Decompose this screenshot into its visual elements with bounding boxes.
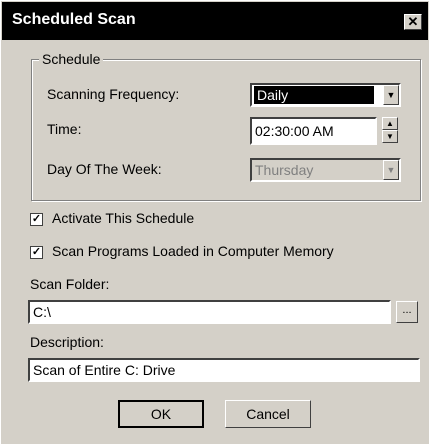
scheduled-scan-dialog: Scheduled Scan ✕ Schedule Scanning Frequ…: [0, 0, 430, 445]
ok-button[interactable]: OK: [118, 400, 204, 428]
window-title: Scheduled Scan: [12, 11, 136, 28]
day-dropdown[interactable]: Thursday ▼: [250, 158, 401, 182]
arrow-up-icon[interactable]: ▲: [382, 117, 398, 130]
frequency-label: Scanning Frequency:: [47, 86, 180, 102]
activate-checkbox[interactable]: ✓: [30, 213, 43, 226]
frequency-dropdown[interactable]: Daily ▼: [250, 83, 401, 107]
activate-label[interactable]: Activate This Schedule: [52, 210, 194, 226]
scan-folder-value: C:\: [33, 304, 51, 320]
chevron-down-icon: ▼: [383, 160, 399, 180]
title-bar[interactable]: Scheduled Scan ✕: [2, 2, 428, 40]
time-spinner[interactable]: ▲ ▼: [382, 117, 398, 145]
scan-memory-checkbox[interactable]: ✓: [30, 246, 43, 259]
time-value: 02:30:00 AM: [255, 123, 334, 139]
close-icon: ✕: [407, 14, 419, 29]
schedule-group-label: Schedule: [39, 51, 104, 67]
description-label: Description:: [30, 334, 104, 350]
scan-folder-label: Scan Folder:: [30, 276, 110, 292]
browse-button[interactable]: ...: [396, 301, 418, 323]
scan-folder-input[interactable]: C:\: [28, 300, 391, 324]
chevron-down-icon[interactable]: ▼: [383, 85, 399, 105]
frequency-value: Daily: [254, 86, 374, 104]
scan-memory-label[interactable]: Scan Programs Loaded in Computer Memory: [52, 243, 334, 259]
description-value: Scan of Entire C: Drive: [33, 362, 176, 378]
description-input[interactable]: Scan of Entire C: Drive: [28, 358, 420, 382]
cancel-button[interactable]: Cancel: [225, 400, 311, 428]
arrow-down-icon[interactable]: ▼: [382, 130, 398, 143]
close-button[interactable]: ✕: [404, 14, 422, 30]
day-label: Day Of The Week:: [47, 161, 162, 177]
time-input[interactable]: 02:30:00 AM: [250, 117, 377, 145]
time-label: Time:: [47, 121, 82, 137]
day-value: Thursday: [255, 162, 314, 178]
